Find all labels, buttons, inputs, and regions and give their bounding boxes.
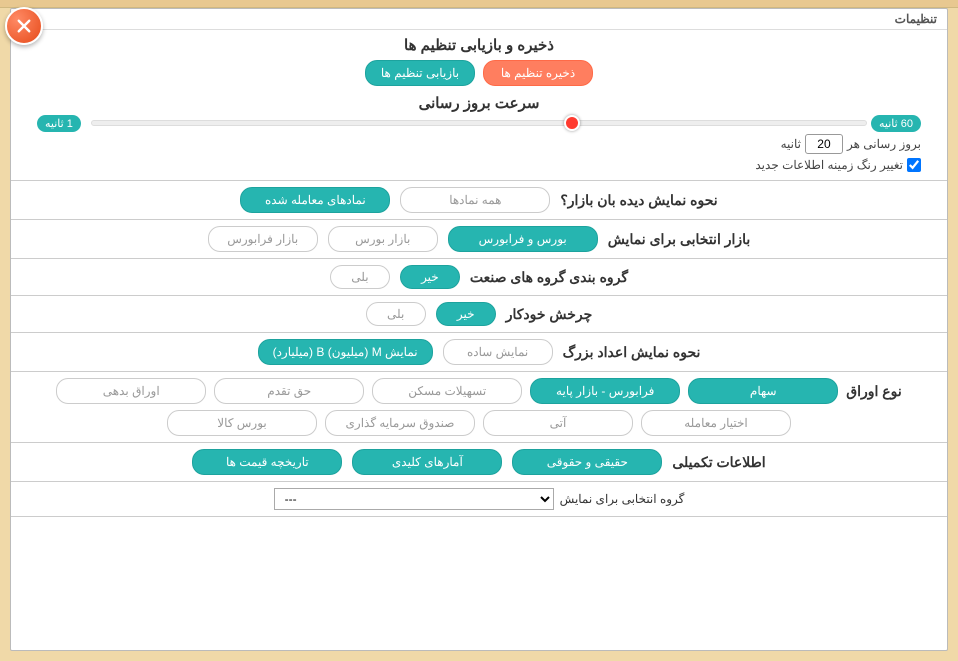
autorotate-label: چرخش خودکار xyxy=(506,306,593,323)
extra-label: اطلاعات تکمیلی xyxy=(672,454,765,471)
display-mode-label: نحوه نمایش دیده بان بازار؟ xyxy=(560,192,717,209)
opt-market-both[interactable]: بورس و فرابورس xyxy=(448,226,598,252)
paper-future[interactable]: آتی xyxy=(483,410,633,436)
opt-market-fara[interactable]: بازار فرابورس xyxy=(208,226,318,252)
autorotate-no[interactable]: خیر xyxy=(436,302,496,326)
refresh-prefix: بروز رسانی هر xyxy=(847,137,921,151)
refresh-suffix: ثانیه xyxy=(781,137,801,151)
save-restore-heading: ذخیره و بازیابی تنظیم ها xyxy=(31,36,927,54)
slider-thumb[interactable] xyxy=(564,115,580,131)
paper-stock[interactable]: سهام xyxy=(688,378,838,404)
modal-title: تنظیمات xyxy=(11,9,947,30)
extra-history[interactable]: تاریخچه قیمت ها xyxy=(192,449,342,475)
refresh-slider[interactable] xyxy=(91,120,867,126)
paper-option[interactable]: اختیار معامله xyxy=(641,410,791,436)
grouping-label: گروه بندی گروه های صنعت xyxy=(470,269,628,286)
bignum-label: نحوه نمایش اعداد بزرگ xyxy=(563,344,701,361)
paper-housing[interactable]: تسهیلات مسکن xyxy=(372,378,522,404)
slider-max-label: 60 ثانیه xyxy=(871,115,921,132)
extra-legal[interactable]: حقیقی و حقوقی xyxy=(512,449,662,475)
opt-all-symbols[interactable]: همه نمادها xyxy=(400,187,550,213)
bg-change-label: تغییر رنگ زمینه اطلاعات جدید xyxy=(755,158,903,172)
group-select-dropdown[interactable]: --- xyxy=(274,488,554,510)
restore-settings-button[interactable]: بازیابی تنظیم ها xyxy=(365,60,475,86)
grouping-no[interactable]: خیر xyxy=(400,265,460,289)
close-button[interactable] xyxy=(5,7,43,45)
grouping-yes[interactable]: بلی xyxy=(330,265,390,289)
bignum-simple[interactable]: نمایش ساده xyxy=(443,339,553,365)
paper-fara-base[interactable]: فرابورس - بازار پایه xyxy=(530,378,680,404)
papers-label: نوع اوراق xyxy=(846,383,902,400)
refresh-interval-input[interactable] xyxy=(805,134,843,154)
bg-change-checkbox[interactable] xyxy=(907,158,921,172)
opt-traded-symbols[interactable]: نمادهای معامله شده xyxy=(240,187,390,213)
bignum-mb[interactable]: نمایش M (میلیون) B (میلیارد) xyxy=(258,339,433,365)
extra-key[interactable]: آمارهای کلیدی xyxy=(352,449,502,475)
close-icon xyxy=(15,17,33,35)
slider-min-label: 1 ثانیه xyxy=(37,115,81,132)
autorotate-yes[interactable]: بلی xyxy=(366,302,426,326)
group-select-label: گروه انتخابی برای نمایش xyxy=(560,492,685,506)
paper-priority[interactable]: حق تقدم xyxy=(214,378,364,404)
paper-fund[interactable]: صندوق سرمایه گذاری xyxy=(325,410,475,436)
market-label: بازار انتخابی برای نمایش xyxy=(608,231,751,248)
paper-debt[interactable]: اوراق بدهی xyxy=(56,378,206,404)
opt-market-bourse[interactable]: بازار بورس xyxy=(328,226,438,252)
paper-commodity[interactable]: بورس کالا xyxy=(167,410,317,436)
speed-heading: سرعت بروز رسانی xyxy=(31,94,927,112)
save-settings-button[interactable]: ذخیره تنظیم ها xyxy=(483,60,593,86)
